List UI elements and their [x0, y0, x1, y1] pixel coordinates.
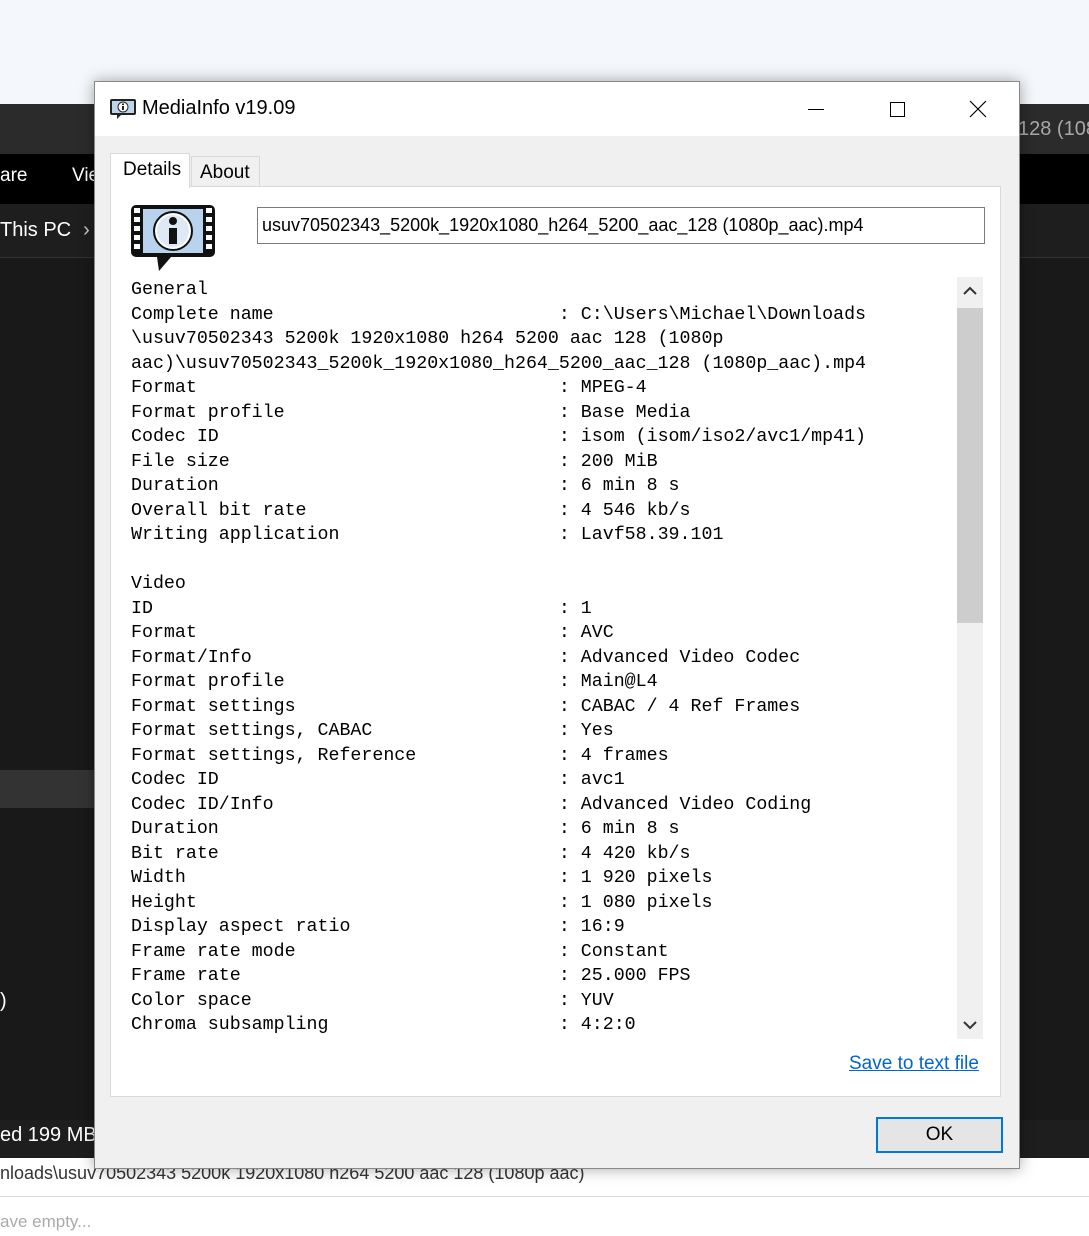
report-textarea[interactable]: General Complete name : C:\Users\Michael\…	[131, 277, 983, 1039]
empty-hint-text: ave empty...	[0, 1212, 92, 1231]
explorer-address-text: This PC ›	[0, 219, 90, 241]
save-to-text-file-link[interactable]: Save to text file	[849, 1053, 979, 1075]
explorer-title-fragment: 128 (108	[1018, 118, 1089, 140]
report-line: Format settings : CABAC / 4 Ref Frames	[131, 696, 801, 717]
report-line: Overall bit rate : 4 546 kb/s	[131, 500, 691, 521]
report-line: Chroma subsampling : 4:2:0	[131, 1015, 636, 1035]
report-line: Width : 1 920 pixels	[131, 868, 713, 888]
report-line: aac)\usuv70502343_5200k_1920x1080_h264_5…	[131, 353, 867, 374]
mediainfo-dialog: MediaInfo v19.09 Details About usuv70502…	[94, 81, 1020, 1169]
chevron-right-icon: ›	[83, 219, 90, 241]
tab-about[interactable]: About	[191, 156, 260, 187]
scroll-up-button[interactable]	[957, 277, 983, 305]
close-icon	[969, 100, 987, 118]
file-name-field[interactable]: usuv70502343_5200k_1920x1080_h264_5200_a…	[257, 207, 985, 244]
report-text: General Complete name : C:\Users\Michael\…	[131, 277, 983, 1038]
report-line: Codec ID/Info : Advanced Video Coding	[131, 794, 812, 815]
report-line: Writing application : Lavf58.39.101	[131, 525, 724, 545]
explorer-text-fragment: )	[0, 990, 7, 1012]
report-line: Bit rate : 4 420 kb/s	[131, 843, 691, 864]
report-line: Format : AVC	[131, 623, 614, 643]
report-line: Complete name : C:\Users\Michael\Downloa…	[131, 304, 867, 325]
ok-button[interactable]: OK	[876, 1117, 1003, 1153]
report-line: Format settings, CABAC : Yes	[131, 721, 614, 741]
minimize-button[interactable]	[776, 82, 856, 136]
explorer-selected-row[interactable]	[0, 770, 100, 808]
chevron-down-icon	[963, 1021, 977, 1030]
report-line: Format profile : Base Media	[131, 402, 691, 423]
report-line: Format profile : Main@L4	[131, 672, 658, 692]
explorer-status-text: ed 199 MB	[0, 1124, 97, 1146]
explorer-menu-share[interactable]: are	[0, 165, 27, 187]
report-line: Format : MPEG-4	[131, 378, 647, 398]
minimize-icon	[808, 108, 824, 110]
scroll-thumb[interactable]	[957, 308, 983, 623]
maximize-button[interactable]	[857, 82, 937, 136]
report-line: \usuv70502343 5200k 1920x1080 h264 5200 …	[131, 329, 724, 349]
divider	[0, 1196, 1089, 1197]
chevron-up-icon	[963, 286, 977, 295]
report-line: Format/Info : Advanced Video Codec	[131, 647, 801, 668]
report-line	[131, 548, 983, 573]
report-line: Color space : YUV	[131, 990, 614, 1011]
report-line: Frame rate mode : Constant	[131, 941, 669, 962]
report-line: Height : 1 080 pixels	[131, 892, 713, 913]
report-line: Frame rate : 25.000 FPS	[131, 966, 691, 986]
report-line: File size : 200 MiB	[131, 451, 658, 472]
maximize-icon	[889, 101, 905, 117]
dialog-title: MediaInfo v19.09	[142, 97, 296, 119]
report-scrollbar[interactable]	[957, 277, 983, 1039]
tab-details[interactable]: Details	[110, 153, 190, 188]
report-line: Duration : 6 min 8 s	[131, 476, 680, 496]
mediainfo-logo-icon	[131, 205, 215, 271]
report-line: Video	[131, 574, 186, 594]
mediainfo-icon	[110, 99, 136, 119]
report-line: Duration : 6 min 8 s	[131, 819, 680, 839]
report-line: Display aspect ratio : 16:9	[131, 917, 625, 937]
report-line: Format settings, Reference : 4 frames	[131, 745, 669, 766]
details-panel: usuv70502343_5200k_1920x1080_h264_5200_a…	[110, 186, 1001, 1097]
dialog-titlebar[interactable]: MediaInfo v19.09	[95, 82, 1019, 136]
scroll-down-button[interactable]	[957, 1011, 983, 1039]
report-line: General	[131, 280, 208, 300]
report-line: ID : 1	[131, 598, 592, 619]
report-line: Codec ID : isom (isom/iso2/avc1/mp41)	[131, 427, 867, 447]
report-line: Codec ID : avc1	[131, 770, 625, 790]
close-button[interactable]	[938, 82, 1018, 136]
